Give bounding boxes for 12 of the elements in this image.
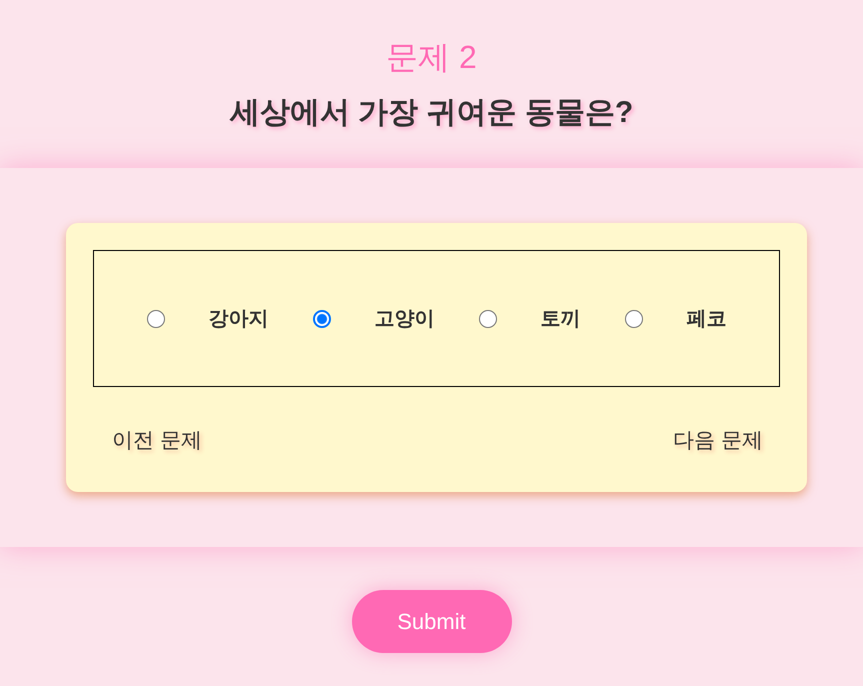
question-text: 세상에서 가장 귀여운 동물은? <box>228 95 634 131</box>
option-label[interactable]: 토끼 <box>540 305 580 332</box>
question-number: 문제 2 <box>385 38 478 77</box>
radio-button[interactable] <box>624 310 642 328</box>
option-label[interactable]: 페코 <box>686 305 726 332</box>
option-label[interactable]: 강아지 <box>208 305 268 332</box>
radio-button[interactable] <box>312 310 330 328</box>
previous-question-link[interactable]: 이전 문제 <box>93 419 219 462</box>
radio-button[interactable] <box>478 310 496 328</box>
next-question-link[interactable]: 다음 문제 <box>654 419 780 462</box>
option-label[interactable]: 고양이 <box>374 305 434 332</box>
radio-button[interactable] <box>146 310 164 328</box>
